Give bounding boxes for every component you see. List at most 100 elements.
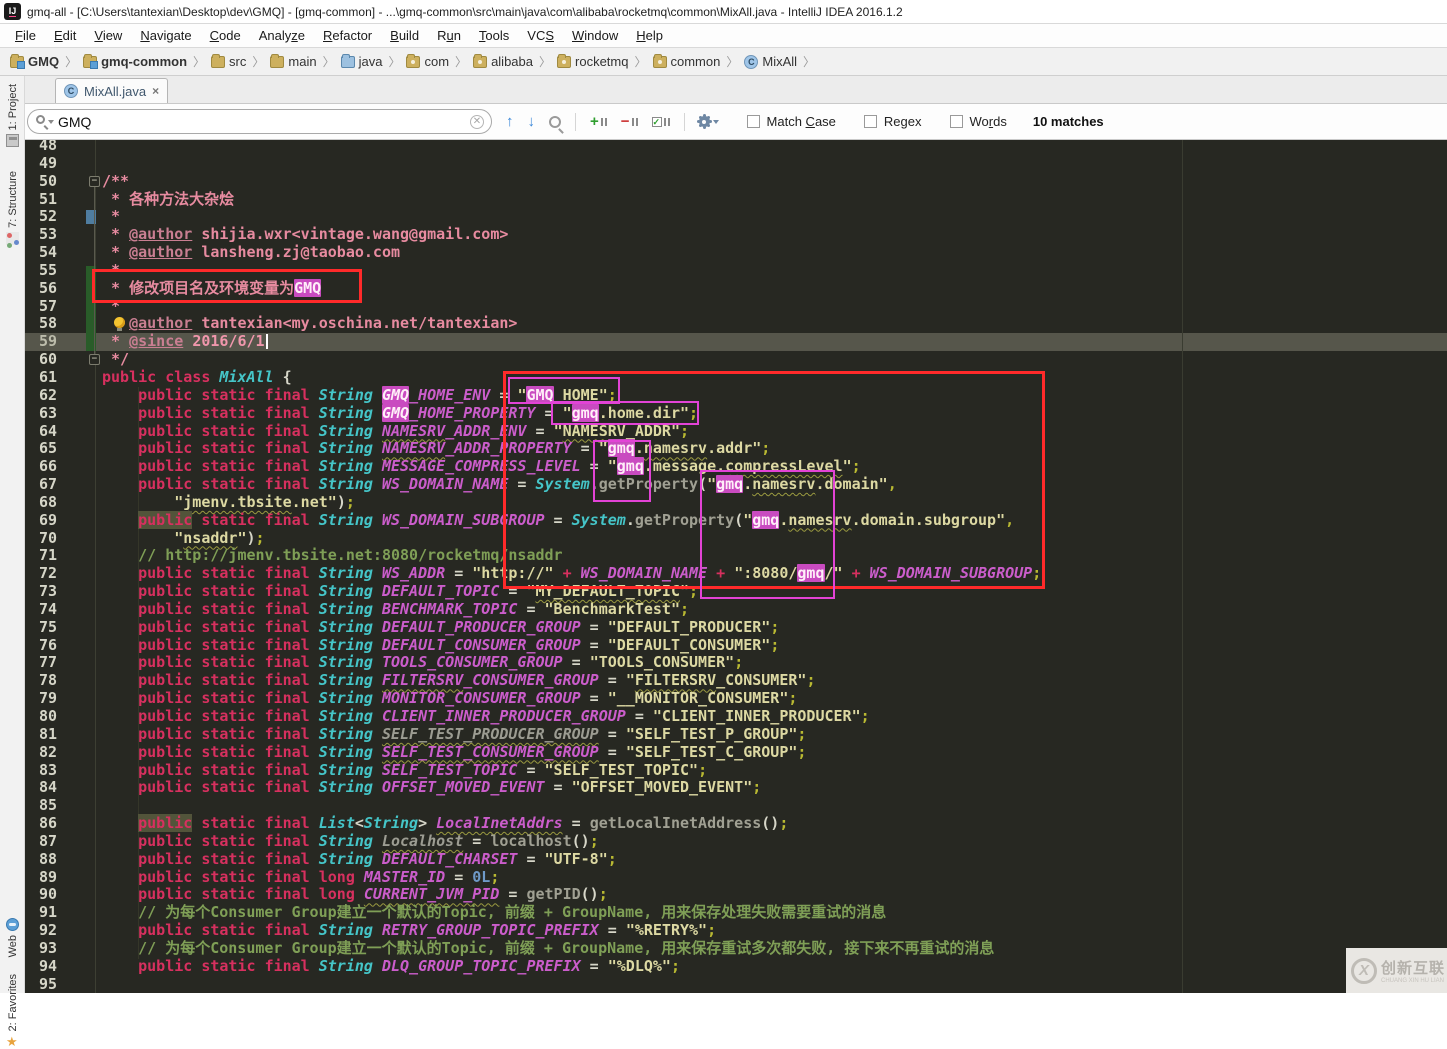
line-number: 67 <box>25 476 57 494</box>
fold-marker-icon[interactable]: − <box>89 354 100 365</box>
code-line-56: * 修改项目名及环境变量为GMQ <box>102 280 1041 298</box>
tool-stripe-favorites[interactable]: 2: Favorites★ <box>0 974 25 1048</box>
next-occurrence-icon[interactable]: ↓ <box>528 113 536 130</box>
words-checkbox[interactable]: Words <box>950 114 1007 129</box>
breadcrumb-item-gmq[interactable]: GMQ <box>8 54 61 69</box>
breadcrumb-item-main[interactable]: main <box>268 54 318 69</box>
breadcrumb-separator-icon: 〉 <box>323 53 335 70</box>
line-number: 74 <box>25 601 57 619</box>
code-line-59: * @since 2016/6/1 <box>102 333 1041 351</box>
search-input[interactable]: GMQ ✕ <box>27 109 492 134</box>
tool-stripe-structure[interactable]: 7: Structure <box>0 171 25 245</box>
breadcrumb-item-java[interactable]: java <box>339 54 385 69</box>
fold-marker-icon[interactable]: − <box>89 176 100 187</box>
right-margin-guide <box>1182 140 1183 993</box>
line-number: 66 <box>25 458 57 476</box>
menu-item-code[interactable]: Code <box>201 26 250 45</box>
line-number: 60 <box>25 351 57 369</box>
code-line-94: public static final String DLQ_GROUP_TOP… <box>102 958 1041 976</box>
menu-item-edit[interactable]: Edit <box>45 26 85 45</box>
gear-icon[interactable] <box>699 116 719 127</box>
tab-label: MixAll.java <box>84 84 146 99</box>
structure-icon <box>6 232 19 245</box>
checkbox-icon[interactable] <box>950 115 963 128</box>
checkbox-icon[interactable] <box>747 115 760 128</box>
web-icon <box>6 918 19 931</box>
menu-item-run[interactable]: Run <box>428 26 470 45</box>
srcroot-icon <box>341 56 355 68</box>
remove-selection-icon[interactable]: − <box>621 113 638 130</box>
line-number: 52 <box>25 208 57 226</box>
line-number: 62 <box>25 387 57 405</box>
search-match: GMQ <box>294 279 321 297</box>
add-selection-icon[interactable]: + <box>590 113 607 130</box>
code-line-64: public static final String NAMESRV_ADDR_… <box>102 423 1041 441</box>
folder-icon <box>270 56 284 68</box>
line-number: 88 <box>25 851 57 869</box>
code-line-54: * @author lansheng.zj@taobao.com <box>102 244 1041 262</box>
line-number: 55 <box>25 262 57 280</box>
line-number: 58 <box>25 315 57 333</box>
menu-item-view[interactable]: View <box>85 26 131 45</box>
code-line-58: @author tantexian<my.oschina.net/tantexi… <box>102 315 1041 333</box>
toolbar-divider <box>575 113 576 131</box>
line-number: 77 <box>25 654 57 672</box>
code-line-51: * 各种方法大杂烩 <box>102 191 1041 209</box>
package-icon <box>473 56 487 68</box>
select-all-occurrences-icon[interactable]: ✓ <box>652 117 670 127</box>
menu-item-file[interactable]: File <box>6 26 45 45</box>
tool-stripe-project[interactable]: 1: Project <box>0 84 25 147</box>
menu-item-tools[interactable]: Tools <box>470 26 518 45</box>
code-line-60: */ <box>102 351 1041 369</box>
breadcrumb-item-alibaba[interactable]: alibaba <box>471 54 535 69</box>
breadcrumb-separator-icon: 〉 <box>388 53 400 70</box>
breadcrumb-separator-icon: 〉 <box>803 53 815 70</box>
regex-checkbox[interactable]: Regex <box>864 114 922 129</box>
code-line-82: public static final String SELF_TEST_CON… <box>102 744 1041 762</box>
menu-item-help[interactable]: Help <box>627 26 672 45</box>
tab-mixall-java[interactable]: C MixAll.java × <box>55 78 168 103</box>
line-number: 87 <box>25 833 57 851</box>
search-history-chevron-icon[interactable] <box>48 120 54 124</box>
code-line-73: public static final String DEFAULT_TOPIC… <box>102 583 1041 601</box>
menu-item-analyze[interactable]: Analyze <box>250 26 314 45</box>
line-number: 92 <box>25 922 57 940</box>
menu-item-build[interactable]: Build <box>381 26 428 45</box>
code-line-78: public static final String FILTERSRV_CON… <box>102 672 1041 690</box>
code-line-68: "jmenv.tbsite.net"); <box>102 494 1041 512</box>
search-options: Match Case Regex Words <box>719 114 1007 129</box>
breadcrumb-item-src[interactable]: src <box>209 54 248 69</box>
breadcrumb-separator-icon: 〉 <box>455 53 467 70</box>
tool-stripe-web[interactable]: Web <box>0 918 25 957</box>
checkbox-icon[interactable] <box>864 115 877 128</box>
line-number: 90 <box>25 886 57 904</box>
star-icon: ★ <box>6 1035 19 1048</box>
line-number: 72 <box>25 565 57 583</box>
code-line-90: public static final long CURRENT_JVM_PID… <box>102 886 1041 904</box>
line-number: 51 <box>25 191 57 209</box>
title-bar: IJ gmq-all - [C:\Users\tantexian\Desktop… <box>0 0 1447 24</box>
code-editor[interactable]: −− 4849505152535455565758596061626364656… <box>25 140 1447 993</box>
breadcrumb-item-mixall[interactable]: CMixAll <box>742 54 799 69</box>
menu-item-refactor[interactable]: Refactor <box>314 26 381 45</box>
line-number: 86 <box>25 815 57 833</box>
menu-item-navigate[interactable]: Navigate <box>131 26 200 45</box>
menu-item-vcs[interactable]: VCS <box>518 26 563 45</box>
line-number: 89 <box>25 869 57 887</box>
breadcrumb-separator-icon: 〉 <box>193 53 205 70</box>
code-line-75: public static final String DEFAULT_PRODU… <box>102 619 1041 637</box>
breadcrumb-item-common[interactable]: common <box>651 54 723 69</box>
previous-occurrence-icon[interactable]: ↑ <box>506 113 514 130</box>
breadcrumb-separator-icon: 〉 <box>65 53 77 70</box>
close-icon[interactable]: × <box>152 84 159 98</box>
breadcrumb-item-rocketmq[interactable]: rocketmq <box>555 54 630 69</box>
search-toolbar: GMQ ✕ ↑ ↓ + − ✓ Match CaseRegexWords 10 … <box>25 104 1447 140</box>
match-case-checkbox[interactable]: Match Case <box>747 114 836 129</box>
find-all-icon[interactable] <box>549 116 561 128</box>
breadcrumb-item-gmq-common[interactable]: gmq-common <box>81 54 189 69</box>
breadcrumb-separator-icon: 〉 <box>726 53 738 70</box>
menu-item-window[interactable]: Window <box>563 26 627 45</box>
code-line-84: public static final String OFFSET_MOVED_… <box>102 779 1041 797</box>
breadcrumb-item-com[interactable]: com <box>404 54 451 69</box>
clear-search-icon[interactable]: ✕ <box>470 115 484 129</box>
